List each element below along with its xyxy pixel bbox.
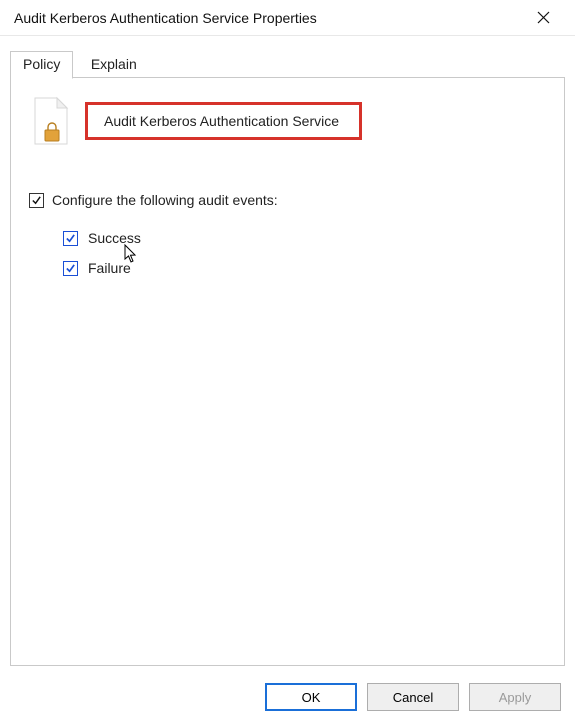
window-title: Audit Kerberos Authentication Service Pr… bbox=[14, 10, 317, 26]
policy-name-highlight: Audit Kerberos Authentication Service bbox=[85, 102, 362, 140]
checkmark-icon bbox=[31, 195, 42, 206]
properties-dialog: Audit Kerberos Authentication Service Pr… bbox=[0, 0, 575, 725]
tab-policy[interactable]: Policy bbox=[10, 51, 73, 79]
apply-button[interactable]: Apply bbox=[469, 683, 561, 711]
option-success-row: Success bbox=[63, 230, 546, 246]
checkmark-icon bbox=[65, 263, 76, 274]
ok-button[interactable]: OK bbox=[265, 683, 357, 711]
policy-document-icon bbox=[29, 96, 71, 146]
close-button[interactable] bbox=[523, 3, 563, 33]
policy-name: Audit Kerberos Authentication Service bbox=[104, 113, 339, 129]
success-label: Success bbox=[88, 230, 141, 246]
success-checkbox[interactable] bbox=[63, 231, 78, 246]
option-failure-row: Failure bbox=[63, 260, 546, 276]
tab-strip: Policy Explain bbox=[10, 50, 565, 78]
dialog-buttons: OK Cancel Apply bbox=[265, 683, 561, 711]
failure-checkbox[interactable] bbox=[63, 261, 78, 276]
failure-label: Failure bbox=[88, 260, 131, 276]
checkmark-icon bbox=[65, 233, 76, 244]
policy-header: Audit Kerberos Authentication Service bbox=[29, 96, 546, 146]
audit-options: Success Failure bbox=[63, 230, 546, 276]
configure-label: Configure the following audit events: bbox=[52, 192, 278, 208]
close-icon bbox=[537, 11, 550, 24]
configure-row: Configure the following audit events: bbox=[29, 192, 546, 208]
titlebar: Audit Kerberos Authentication Service Pr… bbox=[0, 0, 575, 36]
configure-checkbox[interactable] bbox=[29, 193, 44, 208]
tab-explain[interactable]: Explain bbox=[78, 51, 150, 79]
tab-panel-policy: Audit Kerberos Authentication Service Co… bbox=[10, 78, 565, 666]
cancel-button[interactable]: Cancel bbox=[367, 683, 459, 711]
